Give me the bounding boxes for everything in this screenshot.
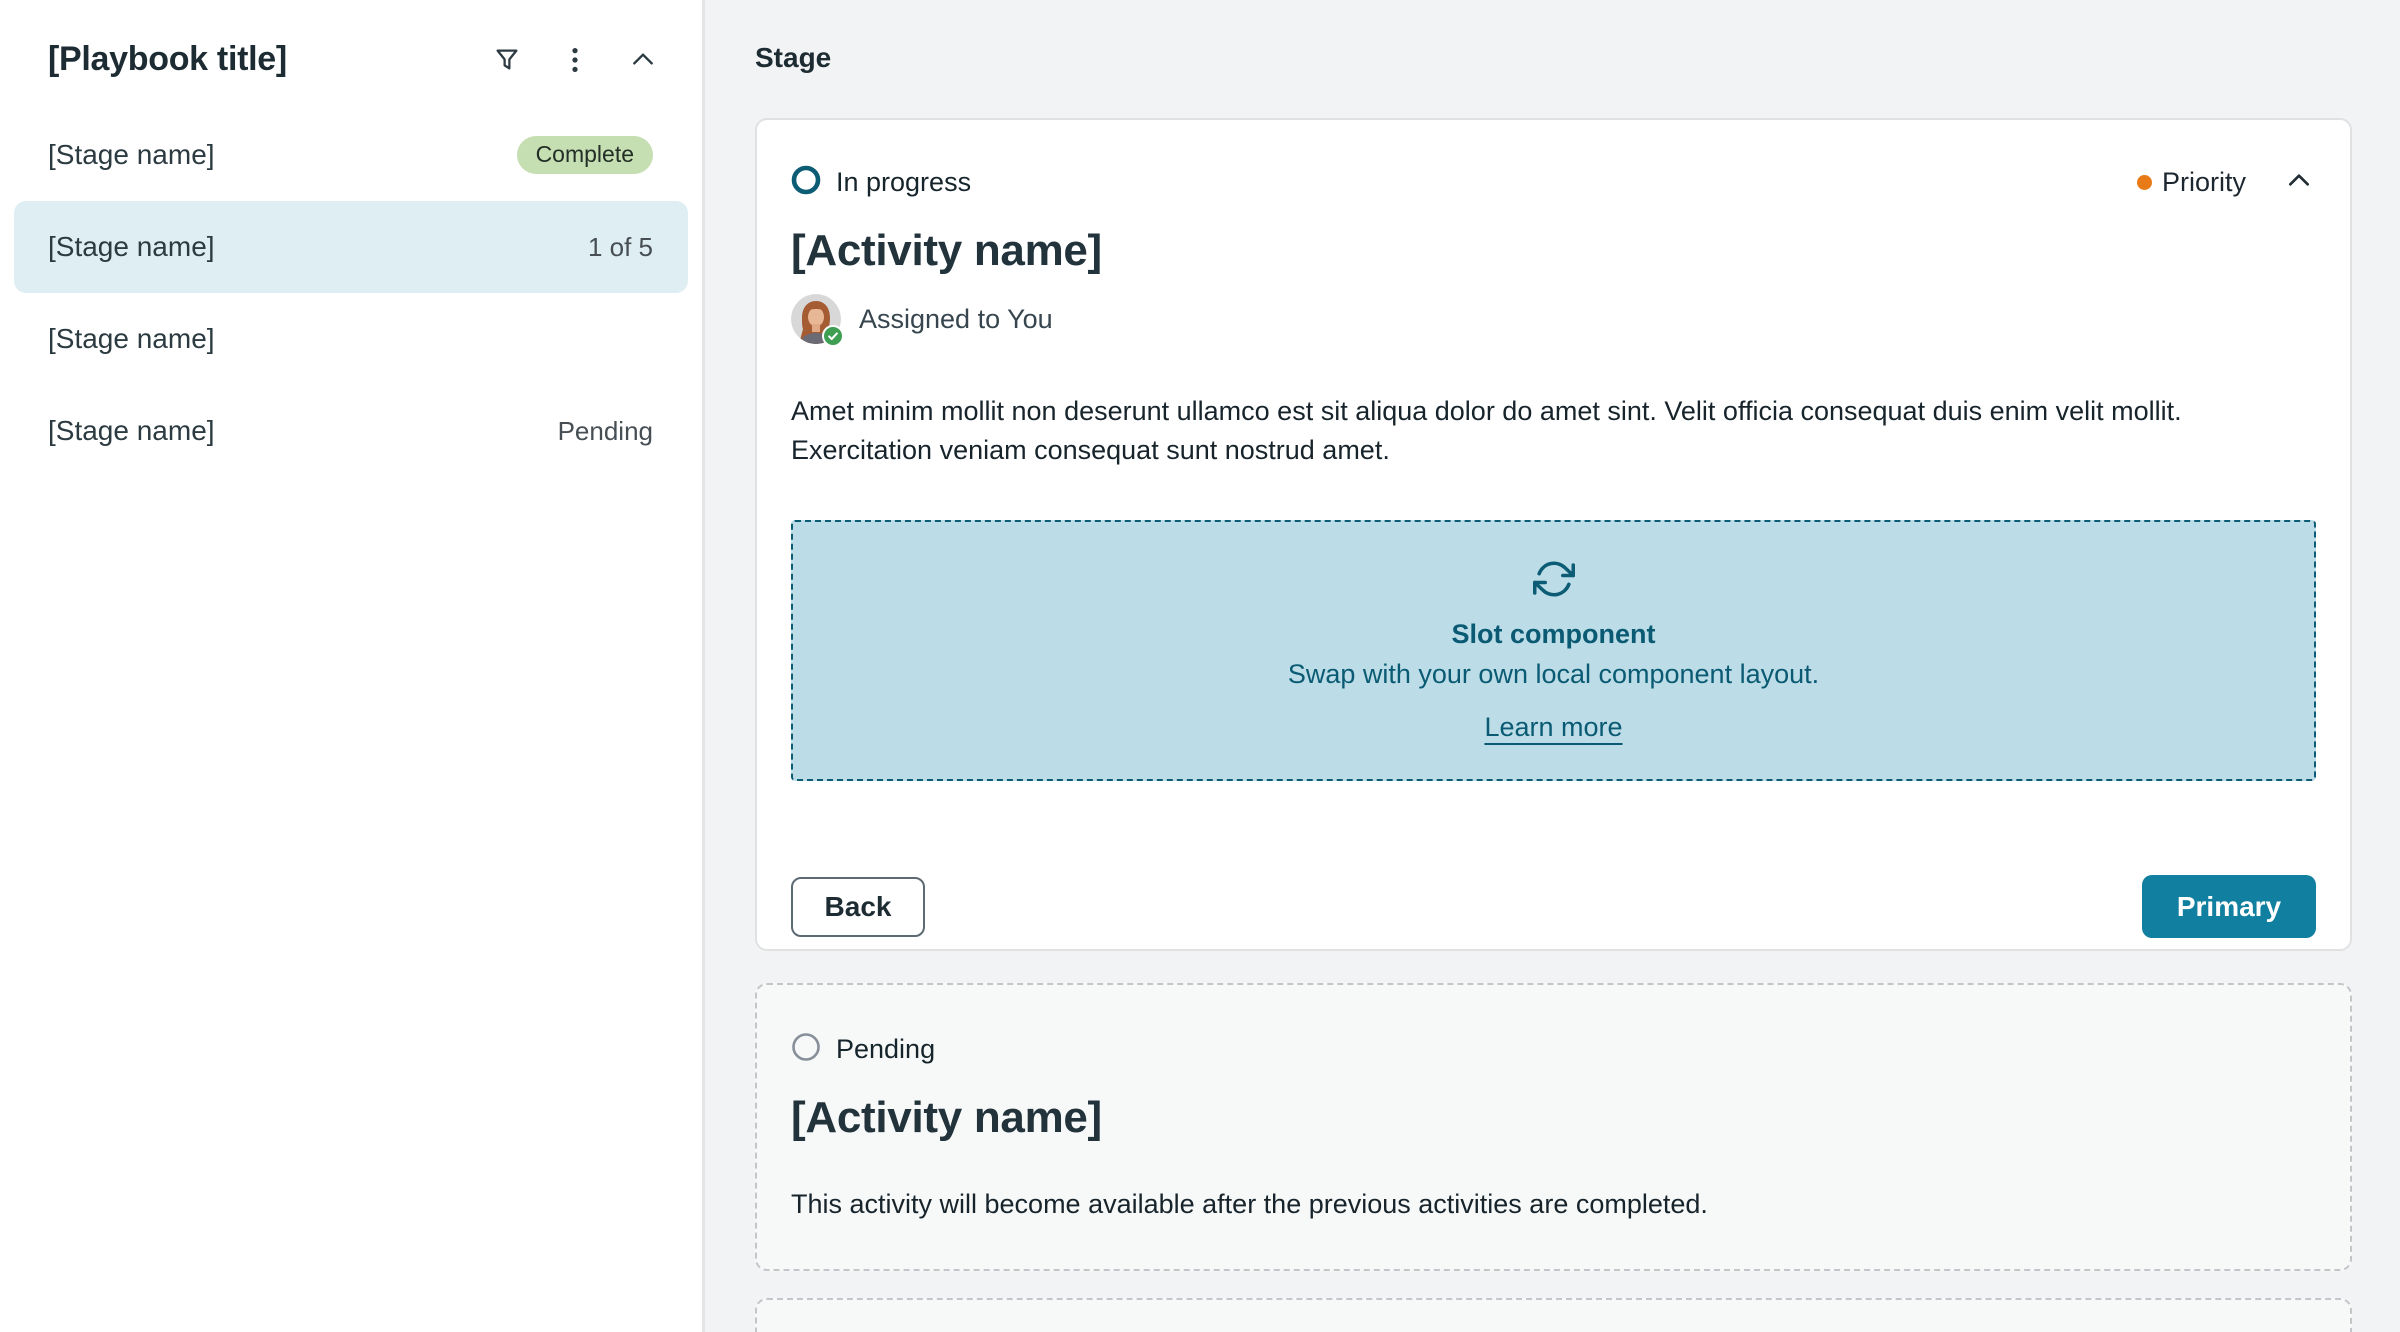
playbook-sidebar: [Playbook title] — [0, 0, 705, 1332]
stage-name: [Stage name] — [48, 231, 215, 263]
priority-dot-icon — [2137, 175, 2152, 190]
stage-name: [Stage name] — [48, 323, 215, 355]
status-badge-complete: Complete — [517, 136, 653, 173]
sidebar-header: [Playbook title] — [0, 0, 702, 79]
stage-list: [Stage name] Complete [Stage name] 1 of … — [14, 109, 688, 477]
collapse-panel-button[interactable] — [626, 43, 660, 77]
chevron-up-icon — [627, 44, 659, 76]
activity-card-future — [755, 1298, 2352, 1332]
avatar — [791, 294, 841, 344]
slot-title: Slot component — [1452, 619, 1656, 650]
assignee-row: Assigned to You — [791, 294, 2316, 344]
priority-group: Priority — [2137, 165, 2316, 199]
stage-heading: Stage — [755, 42, 2352, 74]
stage-pending-label: Pending — [558, 416, 653, 447]
pending-status-row: Pending — [791, 1033, 2316, 1065]
primary-button[interactable]: Primary — [2142, 875, 2316, 938]
sidebar-actions — [490, 43, 660, 77]
refresh-icon — [1533, 558, 1575, 605]
filter-button[interactable] — [490, 43, 524, 77]
back-button[interactable]: Back — [791, 877, 925, 937]
status-circle-icon — [791, 165, 821, 200]
priority-label: Priority — [2162, 167, 2246, 198]
status-label: In progress — [836, 167, 971, 198]
stage-panel: Stage In progress Priority — [705, 0, 2400, 1332]
stage-name: [Stage name] — [48, 415, 215, 447]
activity-card-pending: Pending [Activity name] This activity wi… — [755, 983, 2352, 1271]
stage-row-4[interactable]: [Stage name] Pending — [14, 385, 688, 477]
assignee-label: Assigned to You — [859, 304, 1053, 335]
pending-availability-message: This activity will become available afte… — [791, 1189, 2316, 1220]
playbook-title: [Playbook title] — [48, 40, 287, 79]
slot-subtitle: Swap with your own local component layou… — [1288, 659, 1819, 690]
status-circle-icon — [791, 1032, 821, 1067]
activity-status-row: In progress Priority — [791, 166, 2316, 198]
stage-name: [Stage name] — [48, 139, 215, 171]
status-label: Pending — [836, 1034, 935, 1065]
slot-component-placeholder: Slot component Swap with your own local … — [791, 520, 2316, 781]
stage-row-1[interactable]: [Stage name] Complete — [14, 109, 688, 201]
status-group: In progress — [791, 165, 971, 200]
availability-check-icon — [822, 325, 844, 347]
stage-row-3[interactable]: [Stage name] — [14, 293, 688, 385]
stage-progress-count: 1 of 5 — [588, 232, 653, 263]
stage-row-2-selected[interactable]: [Stage name] 1 of 5 — [14, 201, 688, 293]
kebab-menu-icon — [560, 45, 590, 75]
activity-card-footer: Back Primary — [791, 875, 2316, 938]
filter-icon — [492, 45, 522, 75]
activity-card-in-progress: In progress Priority [Activity name] — [755, 118, 2352, 951]
activity-title: [Activity name] — [791, 226, 2316, 276]
more-options-button[interactable] — [558, 43, 592, 77]
collapse-card-button[interactable] — [2282, 165, 2316, 199]
activity-description: Amet minim mollit non deserunt ullamco e… — [791, 392, 2316, 470]
status-group: Pending — [791, 1032, 935, 1067]
pending-activity-title: [Activity name] — [791, 1093, 2316, 1143]
chevron-up-icon — [2283, 165, 2315, 200]
learn-more-link[interactable]: Learn more — [1484, 712, 1622, 743]
